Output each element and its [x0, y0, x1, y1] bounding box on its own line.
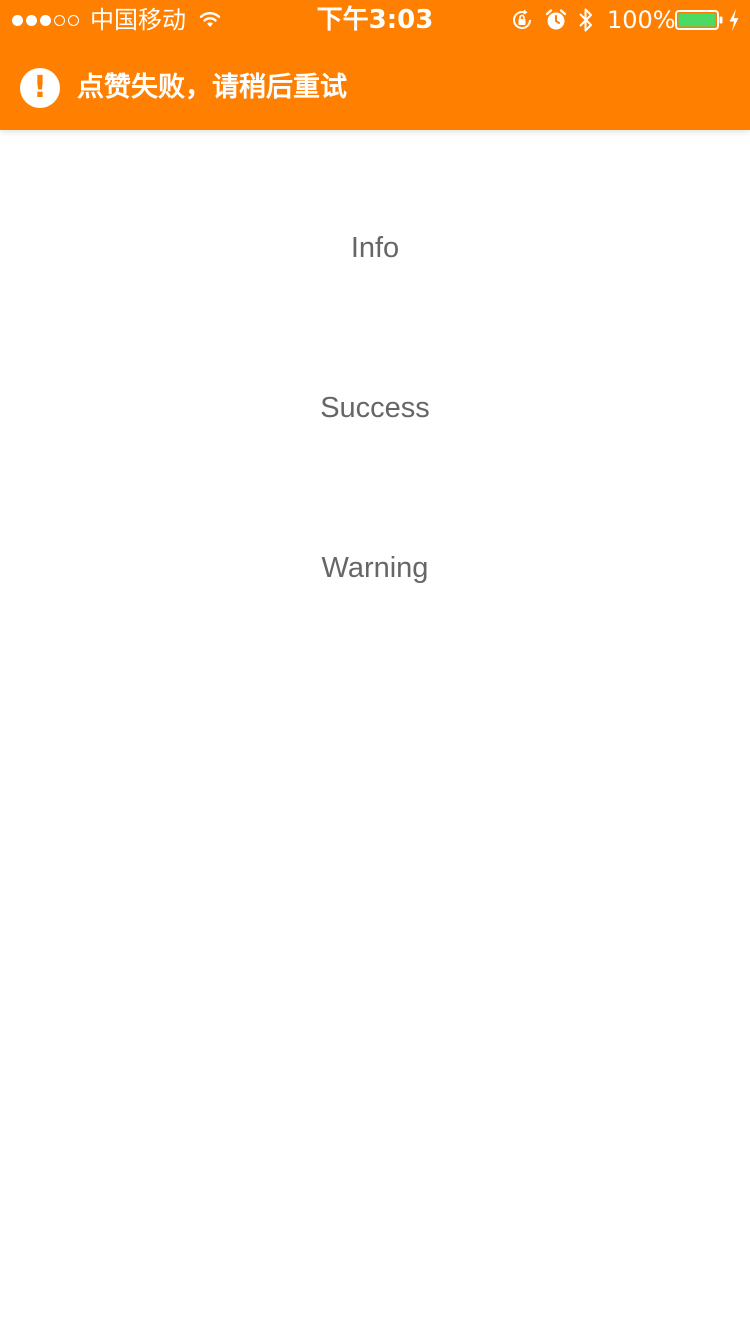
toast-message: 点赞失败，请稍后重试: [77, 72, 347, 103]
alarm-icon: [545, 9, 567, 30]
toast-content: ! 点赞失败，请稍后重试: [0, 48, 750, 128]
warning-toast-banner: 中国移动 下午3:03 100% ! 点赞失败，请稍后重试: [0, 0, 750, 130]
warning-button[interactable]: Warning: [0, 538, 750, 598]
battery-percent: 100%: [607, 6, 676, 34]
success-button[interactable]: Success: [0, 378, 750, 438]
battery-icon: [675, 10, 723, 30]
status-bar: 中国移动 下午3:03 100%: [0, 0, 750, 40]
exclamation-circle-icon: !: [20, 68, 60, 108]
rotation-lock-icon: [513, 9, 531, 29]
charging-icon: [729, 9, 739, 31]
bluetooth-icon: [579, 8, 592, 32]
info-button[interactable]: Info: [0, 218, 750, 278]
screen: 中国移动 下午3:03 100% ! 点赞失败，请稍后重试 Info Succe…: [0, 0, 750, 1334]
